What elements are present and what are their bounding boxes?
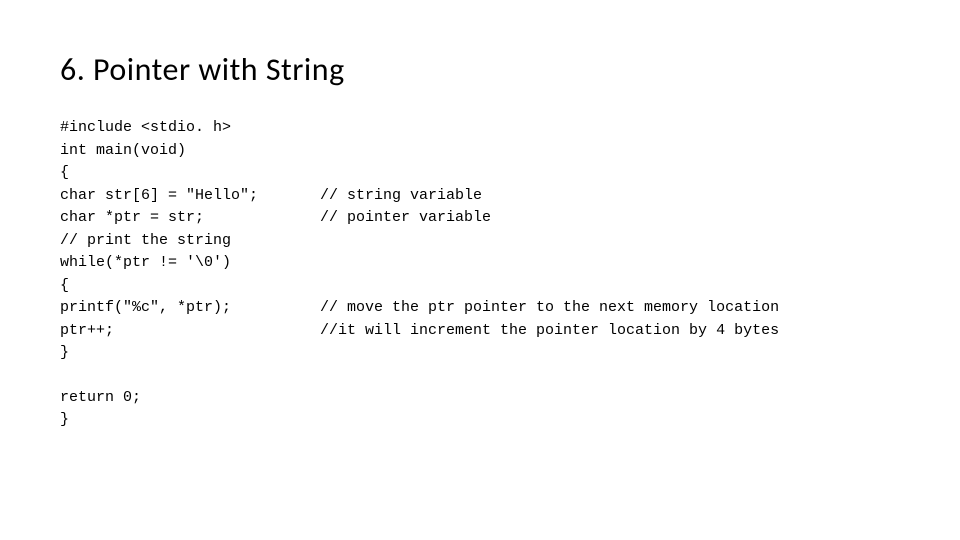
code-line: } (60, 342, 900, 365)
code-text: } (60, 342, 320, 365)
code-text: { (60, 275, 320, 298)
code-line: return 0; (60, 387, 900, 410)
code-line: #include <stdio. h> (60, 117, 900, 140)
code-text: char *ptr = str; (60, 207, 320, 230)
code-text: return 0; (60, 387, 320, 410)
code-line: // print the string (60, 230, 900, 253)
code-block: #include <stdio. h> int main(void) { cha… (60, 117, 900, 432)
code-comment: // pointer variable (320, 207, 900, 230)
code-line: ptr++; //it will increment the pointer l… (60, 320, 900, 343)
code-line: char *ptr = str; // pointer variable (60, 207, 900, 230)
code-line: int main(void) (60, 140, 900, 163)
code-line: } (60, 409, 900, 432)
code-line: char str[6] = "Hello"; // string variabl… (60, 185, 900, 208)
code-text: } (60, 409, 320, 432)
code-text: printf("%c", *ptr); (60, 297, 320, 320)
code-comment: // move the ptr pointer to the next memo… (320, 297, 900, 320)
code-text: ptr++; (60, 320, 320, 343)
code-text: { (60, 162, 320, 185)
code-line: { (60, 162, 900, 185)
code-comment: //it will increment the pointer location… (320, 320, 900, 343)
code-text: // print the string (60, 230, 320, 253)
code-text: int main(void) (60, 140, 320, 163)
code-text: char str[6] = "Hello"; (60, 185, 320, 208)
code-line: while(*ptr != '\0') (60, 252, 900, 275)
page-title: 6. Pointer with String (60, 50, 900, 89)
code-text: #include <stdio. h> (60, 117, 320, 140)
code-line: { (60, 275, 900, 298)
code-line: printf("%c", *ptr); // move the ptr poin… (60, 297, 900, 320)
blank-line (60, 365, 900, 387)
code-text: while(*ptr != '\0') (60, 252, 320, 275)
code-comment: // string variable (320, 185, 900, 208)
